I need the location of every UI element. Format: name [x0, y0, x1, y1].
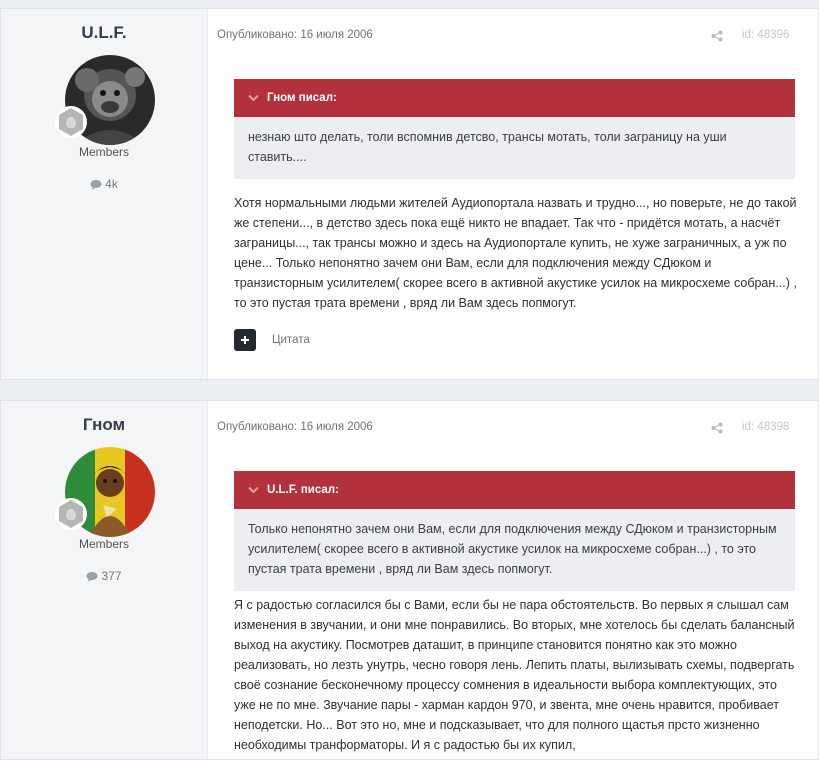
quote-text: Только непонятно зачем они Вам, если для…	[234, 509, 795, 591]
post-ulf: U.L.F. Members 4k Опубликовано: 16 июля …	[0, 8, 819, 380]
chevron-down-icon	[248, 94, 259, 102]
quote-author: Гном писал:	[267, 92, 337, 104]
post-count: 377	[1, 569, 207, 583]
quote-block: U.L.F. писал: Только непонятно зачем они…	[234, 471, 795, 591]
share-icon[interactable]	[711, 421, 723, 439]
member-group: Members	[78, 537, 129, 551]
author-name[interactable]: Гном	[1, 415, 207, 435]
post-date: Опубликовано: 16 июля 2006	[217, 421, 373, 433]
member-group: Members	[78, 145, 129, 159]
post-content: Я с радостью согласился бы с Вами, если …	[234, 598, 795, 752]
post-count: 4k	[1, 177, 207, 191]
quote-header[interactable]: Гном писал:	[234, 79, 795, 117]
post-content: Хотя нормальными людьми жителей Аудиопор…	[234, 196, 797, 310]
quote-button[interactable]: Цитата	[272, 334, 310, 346]
quote-text: незнаю што делать, толи вспомнив детсво,…	[234, 117, 795, 179]
author-panel: Гном Members 377	[1, 401, 208, 759]
chevron-down-icon	[248, 486, 259, 494]
comment-icon	[86, 572, 98, 582]
plus-icon	[241, 336, 249, 344]
author-panel: U.L.F. Members 4k	[1, 9, 208, 379]
comment-icon	[90, 180, 102, 190]
quote-author: U.L.F. писал:	[267, 484, 339, 496]
rank-badge-icon	[54, 497, 88, 531]
quote-block: Гном писал: незнаю што делать, толи вспо…	[234, 79, 795, 179]
multiquote-button[interactable]	[234, 329, 256, 351]
author-name[interactable]: U.L.F.	[1, 23, 207, 43]
post-id[interactable]: id: 48398	[742, 421, 789, 433]
post-id[interactable]: id: 48396	[742, 29, 789, 41]
post-actions: Цитата	[234, 329, 310, 351]
post-gnom: Гном Members 377 Опубликовано: 16 июля 2…	[0, 400, 819, 760]
post-date: Опубликовано: 16 июля 2006	[217, 29, 373, 41]
share-icon[interactable]	[711, 29, 723, 47]
rank-badge-icon	[54, 105, 88, 139]
quote-header[interactable]: U.L.F. писал:	[234, 471, 795, 509]
